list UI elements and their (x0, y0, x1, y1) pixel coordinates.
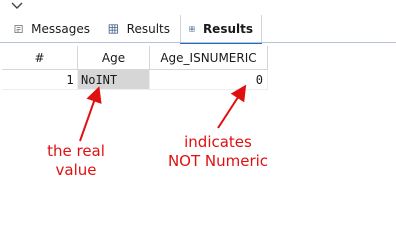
annotation-not-numeric-line2: NOT Numeric (167, 152, 269, 170)
tab-results-2-label: Results (202, 21, 253, 36)
annotation-real-value: the real value (36, 142, 116, 180)
tab-results-1-label: Results (126, 21, 170, 36)
tab-messages[interactable]: Messages (6, 15, 98, 42)
annotation-real-value-line1: the real (47, 142, 105, 160)
annotation-not-numeric: indicates NOT Numeric (158, 133, 278, 171)
column-header-age[interactable]: Age (78, 46, 150, 70)
collapse-chevron-icon[interactable] (10, 0, 24, 12)
results-grid-icon (108, 23, 118, 34)
age-isnumeric-value-cell[interactable]: 0 (150, 70, 268, 90)
messages-icon (14, 24, 23, 33)
results-tab-bar: Messages Results Results (0, 0, 396, 44)
column-header-age-isnumeric[interactable]: Age_ISNUMERIC (150, 46, 268, 70)
tab-strip-divider (0, 42, 396, 43)
tab-messages-label: Messages (31, 21, 90, 36)
age-value-cell[interactable]: NoINT (78, 70, 150, 90)
tab-results-2[interactable]: Results (180, 15, 262, 44)
results-grid-icon (189, 25, 195, 32)
tab-results-1[interactable]: Results (100, 15, 178, 42)
column-header-rownum[interactable]: # (2, 46, 78, 70)
arrow-to-isnumeric-value (217, 84, 247, 129)
arrow-to-age-value (79, 86, 102, 142)
annotation-real-value-line2: value (55, 161, 97, 179)
row-number-cell[interactable]: 1 (2, 70, 78, 90)
annotation-not-numeric-line1: indicates (184, 133, 252, 151)
